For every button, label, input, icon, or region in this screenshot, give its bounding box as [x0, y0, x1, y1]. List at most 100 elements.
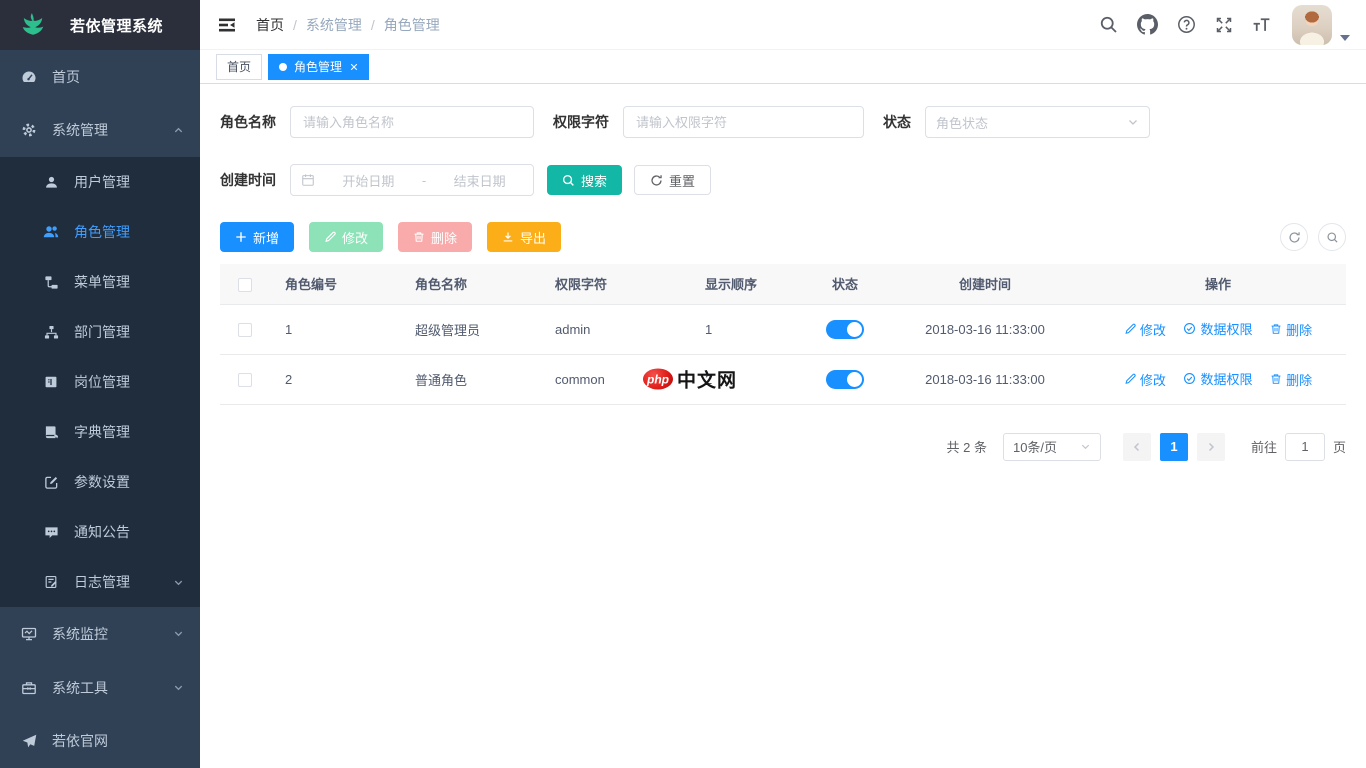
- row-edit-link[interactable]: 修改: [1124, 370, 1166, 389]
- row-delete-label: 删除: [1286, 370, 1312, 389]
- add-button[interactable]: 新增: [220, 222, 294, 252]
- search-icon[interactable]: [1097, 13, 1120, 36]
- col-sort: 显示顺序: [690, 264, 810, 304]
- col-status: 状态: [810, 264, 880, 304]
- delete-button[interactable]: 删除: [398, 222, 472, 252]
- select-all-checkbox[interactable]: [238, 278, 252, 292]
- sidebar-item-dict-mgmt[interactable]: 字典管理: [0, 407, 200, 457]
- cell-role-name: 超级管理员: [400, 304, 540, 354]
- php-cn-watermark: php 中文网: [643, 366, 737, 393]
- message-icon: [42, 523, 60, 541]
- sidebar-item-official-site[interactable]: 若依官网: [0, 714, 200, 768]
- dashboard-icon: [20, 68, 38, 86]
- row-delete-link[interactable]: 删除: [1270, 370, 1312, 389]
- chevron-down-icon: [173, 577, 184, 588]
- col-actions: 操作: [1090, 264, 1346, 304]
- sidebar-item-post-mgmt[interactable]: 岗位管理: [0, 357, 200, 407]
- row-delete-label: 删除: [1286, 320, 1312, 339]
- sidebar-item-role-mgmt[interactable]: 角色管理: [0, 207, 200, 257]
- table-toolbar: 新增 修改 删除 导出: [220, 222, 1346, 252]
- page-size-select[interactable]: 10条/页: [1003, 433, 1101, 461]
- pen-icon: [1124, 373, 1136, 385]
- tab-label: 首页: [227, 58, 251, 75]
- sidebar-item-menu-mgmt[interactable]: 菜单管理: [0, 257, 200, 307]
- row-edit-label: 修改: [1140, 320, 1166, 339]
- help-icon[interactable]: [1175, 13, 1198, 36]
- navbar-actions: [1097, 5, 1350, 45]
- sidebar-item-label: 角色管理: [74, 222, 130, 242]
- reset-button[interactable]: 重置: [634, 165, 711, 195]
- user-menu[interactable]: [1292, 5, 1350, 45]
- row-checkbox[interactable]: [238, 373, 252, 387]
- calendar-icon: [301, 173, 315, 187]
- perm-key-label: 权限字符: [553, 112, 609, 132]
- col-role-name: 角色名称: [400, 264, 540, 304]
- sidebar-item-monitor[interactable]: 系统监控: [0, 607, 200, 661]
- trash-icon: [413, 231, 425, 243]
- delete-button-label: 删除: [431, 228, 457, 247]
- breadcrumb-home[interactable]: 首页: [256, 15, 284, 35]
- check-circle-icon: [1183, 372, 1196, 385]
- page-size-value: 10条/页: [1013, 437, 1057, 456]
- prev-page-button[interactable]: [1123, 433, 1151, 461]
- breadcrumb-current: 角色管理: [384, 15, 440, 35]
- status-select[interactable]: 角色状态: [925, 106, 1150, 138]
- chevron-down-icon: [173, 682, 184, 693]
- export-button[interactable]: 导出: [487, 222, 561, 252]
- toolbox-icon: [20, 679, 38, 697]
- status-toggle[interactable]: [826, 320, 864, 339]
- cell-role-name: 普通角色: [400, 354, 540, 404]
- row-data-scope-link[interactable]: 数据权限: [1183, 319, 1252, 338]
- date-range-picker[interactable]: 开始日期 - 结束日期: [290, 164, 534, 196]
- sidebar-item-label: 菜单管理: [74, 272, 130, 292]
- sidebar-collapse-icon[interactable]: [216, 14, 238, 36]
- row-data-scope-label: 数据权限: [1200, 319, 1252, 338]
- refresh-icon[interactable]: [1280, 223, 1308, 251]
- page-content: 角色名称 权限字符 状态 角色状态: [200, 84, 1366, 768]
- sidebar-item-tools[interactable]: 系统工具: [0, 661, 200, 715]
- pen-icon: [324, 231, 336, 243]
- chevron-down-icon: [1127, 116, 1139, 128]
- sidebar-item-label: 参数设置: [74, 472, 130, 492]
- row-data-scope-link[interactable]: 数据权限: [1183, 369, 1252, 388]
- reset-button-label: 重置: [669, 171, 695, 190]
- next-page-button[interactable]: [1197, 433, 1225, 461]
- main-area: 首页 / 系统管理 / 角色管理: [200, 0, 1366, 768]
- goto-page-input[interactable]: [1285, 433, 1325, 461]
- close-icon[interactable]: [350, 63, 358, 71]
- avatar[interactable]: [1292, 5, 1332, 45]
- perm-key-input[interactable]: [623, 106, 864, 138]
- sidebar-item-system[interactable]: 系统管理: [0, 104, 200, 158]
- sidebar-item-home[interactable]: 首页: [0, 50, 200, 104]
- sidebar-item-notice[interactable]: 通知公告: [0, 507, 200, 557]
- sidebar-item-label: 日志管理: [74, 572, 130, 592]
- row-checkbox[interactable]: [238, 323, 252, 337]
- edit-button-label: 修改: [342, 228, 368, 247]
- date-range-separator: -: [422, 173, 426, 188]
- create-time-label: 创建时间: [220, 170, 276, 190]
- status-toggle[interactable]: [826, 370, 864, 389]
- fullscreen-icon[interactable]: [1213, 14, 1235, 36]
- row-edit-link[interactable]: 修改: [1124, 320, 1166, 339]
- sidebar-item-config[interactable]: 参数设置: [0, 457, 200, 507]
- chevron-down-icon: [1080, 441, 1091, 452]
- logo-bar[interactable]: 若依管理系统: [0, 0, 200, 50]
- check-circle-icon: [1183, 322, 1196, 335]
- sidebar-item-user-mgmt[interactable]: 用户管理: [0, 157, 200, 207]
- font-size-icon[interactable]: [1250, 13, 1273, 36]
- app-layout: 若依管理系统 首页 系统管理 用户管理: [0, 0, 1366, 768]
- row-delete-link[interactable]: 删除: [1270, 320, 1312, 339]
- sidebar-item-log-mgmt[interactable]: 日志管理: [0, 557, 200, 607]
- role-name-input[interactable]: [290, 106, 534, 138]
- tag-view-bar: 首页 角色管理: [200, 50, 1366, 84]
- table-header-row: 角色编号 角色名称 权限字符 显示顺序 状态 创建时间 操作: [220, 264, 1346, 304]
- tab-role-mgmt[interactable]: 角色管理: [268, 54, 369, 80]
- cell-perm-key: admin: [540, 304, 690, 354]
- sidebar-item-dept-mgmt[interactable]: 部门管理: [0, 307, 200, 357]
- github-icon[interactable]: [1135, 12, 1160, 37]
- edit-button[interactable]: 修改: [309, 222, 383, 252]
- search-button[interactable]: 搜索: [547, 165, 622, 195]
- search-toggle-icon[interactable]: [1318, 223, 1346, 251]
- page-number-current[interactable]: 1: [1160, 433, 1188, 461]
- tab-home[interactable]: 首页: [216, 54, 262, 80]
